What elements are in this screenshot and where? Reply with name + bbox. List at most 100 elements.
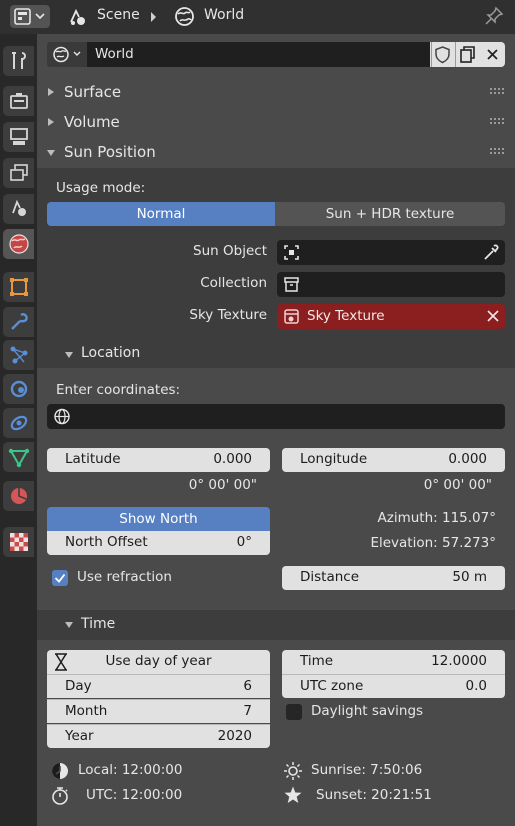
breadcrumb-arrow-icon (151, 12, 156, 22)
north-offset-value: 0° (236, 534, 252, 550)
sky-texture-value: Sky Texture (307, 308, 385, 324)
editor-type-icon (14, 8, 45, 25)
breadcrumb-scene[interactable]: Scene (97, 7, 140, 23)
browse-world-button[interactable] (47, 42, 87, 67)
texture-node-icon (284, 309, 299, 324)
world-browse-icon (53, 46, 81, 63)
tab-world[interactable] (3, 229, 34, 259)
duplicate-icon[interactable] (455, 42, 480, 67)
use-refraction-label[interactable]: Use refraction (77, 569, 172, 585)
tab-particles[interactable] (3, 340, 34, 370)
breadcrumb-world[interactable]: World (204, 7, 244, 23)
fake-user-shield-icon[interactable] (430, 42, 455, 67)
sky-texture-field[interactable]: Sky Texture (277, 304, 505, 329)
object-icon (9, 278, 28, 296)
collection-field[interactable] (277, 272, 505, 297)
tab-texture[interactable] (3, 527, 34, 557)
sun-position-body (37, 168, 515, 368)
tab-object[interactable] (3, 272, 34, 302)
day-label: Day (65, 678, 92, 694)
latitude-field[interactable]: Latitude 0.000 (47, 448, 270, 472)
subsection-time[interactable]: Time (81, 616, 115, 632)
use-day-of-year-toggle[interactable]: Use day of year (47, 650, 270, 674)
longitude-field[interactable]: Longitude 0.000 (282, 448, 505, 472)
coordinates-input[interactable] (47, 404, 505, 429)
utc-zone-field[interactable]: UTC zone 0.0 (282, 674, 505, 698)
tab-physics[interactable] (3, 374, 34, 404)
tab-output[interactable] (3, 122, 34, 152)
utc-zone-value: 0.0 (465, 678, 487, 694)
section-volume[interactable]: Volume (64, 113, 120, 131)
latitude-label: Latitude (65, 451, 121, 467)
view-layer-icon (9, 164, 28, 181)
longitude-dms: 0° 00' 00" (423, 477, 492, 493)
month-value: 7 (243, 703, 252, 719)
drag-grip-icon[interactable] (490, 118, 504, 126)
collapsed-arrow-icon (48, 88, 54, 96)
tab-tool[interactable] (3, 46, 34, 76)
time-field[interactable]: Time 12.0000 (282, 650, 505, 674)
scene-icon (70, 8, 85, 25)
tab-render[interactable] (3, 86, 34, 116)
local-time-readout: Local: 12:00:00 (78, 762, 183, 778)
daylight-savings-checkbox[interactable] (286, 704, 302, 720)
checkmark-icon (54, 573, 66, 583)
usage-mode-normal[interactable]: Normal (47, 202, 275, 226)
tab-scene[interactable] (3, 194, 34, 224)
texture-icon (9, 533, 28, 551)
sunrise-readout: Sunrise: 7:50:06 (311, 762, 423, 778)
sun-object-field[interactable] (277, 240, 505, 265)
scene-tab-icon (11, 199, 26, 216)
unlink-close-icon[interactable] (480, 42, 505, 67)
time-value: 12.0000 (431, 653, 487, 669)
section-surface[interactable]: Surface (64, 83, 121, 101)
action-separator (455, 42, 456, 67)
expanded-arrow-icon (65, 622, 73, 628)
editor-type-button[interactable] (10, 5, 50, 28)
daylight-savings-label[interactable]: Daylight savings (311, 703, 423, 719)
subsection-location[interactable]: Location (81, 345, 140, 361)
particles-icon (10, 346, 27, 364)
section-sun-position[interactable]: Sun Position (64, 143, 156, 161)
world-icon (175, 7, 194, 26)
sunset-star-icon (284, 786, 302, 803)
day-field[interactable]: Day 6 (47, 674, 270, 698)
tab-view-layer[interactable] (3, 158, 34, 188)
distance-label: Distance (300, 569, 360, 585)
north-offset-label: North Offset (65, 534, 148, 550)
tab-constraints[interactable] (3, 408, 34, 438)
sunset-readout: Sunset: 20:21:51 (316, 787, 432, 803)
world-datablock-selector: World (47, 42, 505, 67)
tab-modifiers[interactable] (3, 307, 34, 337)
utc-time-readout: UTC: 12:00:00 (86, 787, 183, 803)
drag-grip-icon[interactable] (490, 148, 504, 156)
pin-icon[interactable] (484, 6, 504, 26)
show-north-toggle[interactable]: Show North (47, 507, 270, 531)
object-selector-icon (284, 245, 299, 260)
clear-x-icon[interactable] (485, 308, 501, 324)
time-label: Time (300, 653, 334, 669)
north-offset-field[interactable]: North Offset 0° (47, 531, 270, 555)
enter-coordinates-label: Enter coordinates: (56, 382, 181, 398)
drag-grip-icon[interactable] (490, 88, 504, 96)
sky-texture-label: Sky Texture (189, 307, 267, 323)
sun-object-label: Sun Object (193, 243, 267, 259)
day-value: 6 (243, 678, 252, 694)
usage-mode-sun-hdr[interactable]: Sun + HDR texture (275, 202, 505, 226)
world-tab-icon (8, 234, 29, 254)
wrench-icon (10, 313, 28, 330)
month-field[interactable]: Month 7 (47, 699, 270, 723)
year-field[interactable]: Year 2020 (47, 724, 270, 748)
use-refraction-checkbox[interactable] (52, 570, 68, 586)
usage-mode-label: Usage mode: (56, 180, 146, 196)
azimuth-readout: Azimuth: 115.07° (377, 510, 496, 526)
action-separator (431, 42, 432, 67)
tab-material[interactable] (3, 481, 34, 511)
world-name-field[interactable]: World (95, 46, 134, 62)
distance-field[interactable]: Distance 50 m (282, 566, 505, 590)
expanded-arrow-icon (65, 352, 73, 358)
tab-data[interactable] (3, 442, 34, 472)
properties-tab-column (0, 34, 37, 826)
material-icon (10, 488, 27, 504)
eyedropper-icon[interactable] (481, 242, 501, 263)
